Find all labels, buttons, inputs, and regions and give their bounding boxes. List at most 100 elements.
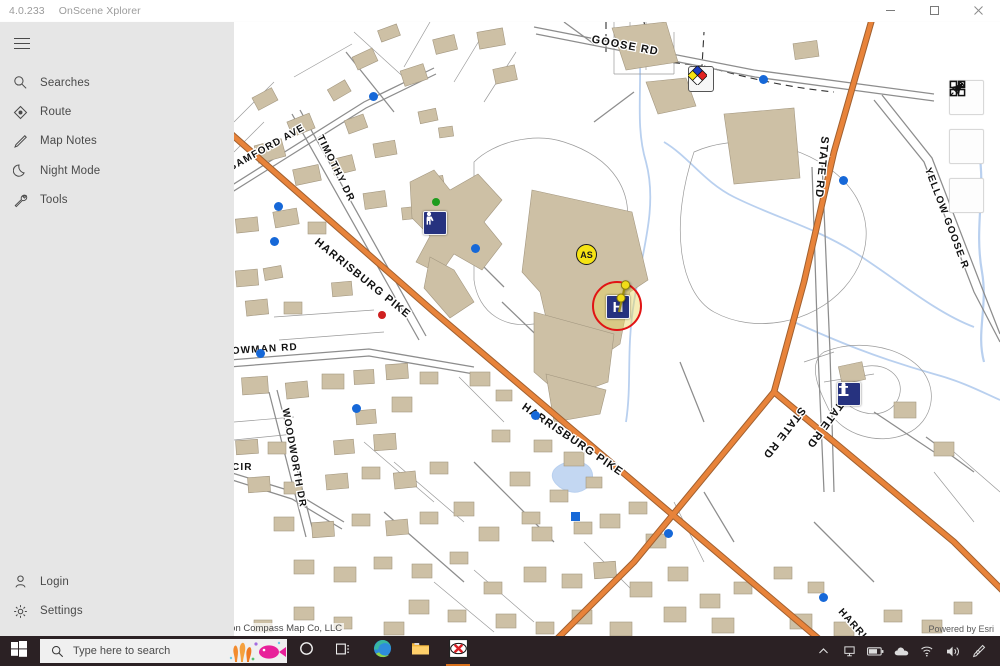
- windows-taskbar: Type here to search: [0, 636, 1000, 666]
- map-point-marker[interactable]: [378, 311, 386, 319]
- search-input[interactable]: Type here to search: [40, 639, 287, 663]
- point-dot: [270, 237, 279, 246]
- point-dot: [531, 411, 540, 420]
- gear-icon: [9, 601, 31, 621]
- point-dot: [274, 202, 283, 211]
- sidebar-item-label: Tools: [40, 194, 68, 207]
- sidebar-item-label: Searches: [40, 76, 90, 89]
- sidebar: Searches Route Map Notes Night Mode Tool…: [0, 22, 234, 636]
- cortana-button[interactable]: [287, 636, 325, 666]
- utility-shutoff-icon: [423, 211, 447, 235]
- sidebar-item-route[interactable]: Route: [0, 97, 234, 126]
- map-point-marker[interactable]: [571, 512, 580, 521]
- point-dot: [471, 244, 480, 253]
- pen-workspace-button[interactable]: [966, 636, 992, 666]
- point-dot: [369, 92, 378, 101]
- map-point-marker[interactable]: [531, 411, 540, 420]
- point-dot: [664, 529, 673, 538]
- fire-hydrant-icon: [837, 382, 861, 406]
- search-decoration-art: [229, 639, 287, 663]
- map-point-marker[interactable]: [369, 92, 378, 101]
- onedrive-status-button[interactable]: [888, 636, 914, 666]
- sidebar-bottom-nav: Login Settings: [0, 567, 234, 626]
- edge-icon: [373, 639, 392, 663]
- task-view-button[interactable]: [325, 636, 363, 666]
- map-powered-by: Powered by Esri: [928, 624, 994, 634]
- map-point-marker[interactable]: [839, 176, 848, 185]
- map-point-marker[interactable]: [352, 404, 361, 413]
- system-tray: [810, 636, 1000, 666]
- hamburger-line: [14, 42, 30, 44]
- hamburger-line: [14, 47, 30, 49]
- marker-fire-hydrant[interactable]: [837, 382, 861, 406]
- windows-logo-icon: [11, 640, 27, 662]
- map-point-marker[interactable]: [471, 244, 480, 253]
- hamburger-menu-button[interactable]: [7, 30, 37, 56]
- nfpa-diamond-icon: [688, 66, 714, 92]
- show-hidden-icons-button[interactable]: [810, 636, 836, 666]
- task-view-icon: [335, 642, 352, 661]
- map-point-marker[interactable]: [664, 529, 673, 538]
- minimize-button[interactable]: [868, 0, 912, 22]
- point-dot: [352, 404, 361, 413]
- point-dot: [819, 593, 828, 602]
- sidebar-item-label: Night Mode: [40, 164, 101, 177]
- edge-button[interactable]: [363, 636, 401, 666]
- wrench-icon: [9, 190, 31, 210]
- sidebar-item-map-notes[interactable]: Map Notes: [0, 127, 234, 156]
- street-label: CIR: [234, 462, 253, 473]
- sidebar-item-searches[interactable]: Searches: [0, 68, 234, 97]
- sidebar-item-tools[interactable]: Tools: [0, 186, 234, 215]
- close-button[interactable]: [956, 0, 1000, 22]
- point-dot-red: [378, 311, 386, 319]
- maximize-button[interactable]: [912, 0, 956, 22]
- marker-assembly[interactable]: AS: [576, 244, 597, 265]
- map-point-marker[interactable]: [432, 198, 440, 206]
- sidebar-item-night-mode[interactable]: Night Mode: [0, 156, 234, 185]
- sidebar-item-label: Login: [40, 575, 69, 588]
- map-point-marker[interactable]: [256, 349, 265, 358]
- point-dot: [256, 349, 265, 358]
- pushpin-marker-icon: [616, 280, 631, 313]
- battery-status-button[interactable]: [862, 636, 888, 666]
- sidebar-item-label: Settings: [40, 605, 83, 618]
- application-window: 4.0.233 OnScene Xplorer Searches Route M…: [0, 0, 1000, 666]
- app-icon: [448, 639, 468, 663]
- map-point-marker[interactable]: [759, 75, 768, 84]
- search-placeholder-text: Type here to search: [73, 645, 171, 657]
- sidebar-item-settings[interactable]: Settings: [0, 597, 234, 626]
- point-square: [571, 512, 580, 521]
- sidebar-item-label: Map Notes: [40, 135, 97, 148]
- display-settings-button[interactable]: [836, 636, 862, 666]
- hamburger-line: [14, 37, 30, 39]
- circle-icon: [299, 641, 314, 661]
- sidebar-item-login[interactable]: Login: [0, 567, 234, 596]
- assembly-marker-label: AS: [576, 244, 597, 265]
- point-dot: [839, 176, 848, 185]
- network-status-button[interactable]: [914, 636, 940, 666]
- pin-button[interactable]: [949, 80, 984, 213]
- layers-button[interactable]: [949, 80, 984, 164]
- point-dot-green: [432, 198, 440, 206]
- route-icon: [9, 102, 31, 122]
- marker-hazmat-diamond[interactable]: [688, 66, 714, 92]
- map-canvas[interactable]: GOOSE RD BAMFORD AVE TIMOTHY DR HARRISBU…: [234, 22, 1000, 636]
- pencil-icon: [9, 131, 31, 151]
- marker-utility-shutoff[interactable]: [423, 211, 447, 235]
- moon-icon: [9, 161, 31, 181]
- map-controls: [949, 80, 984, 213]
- app-version: 4.0.233: [9, 4, 45, 17]
- file-explorer-button[interactable]: [401, 636, 439, 666]
- map-point-marker[interactable]: [270, 237, 279, 246]
- search-icon: [9, 73, 31, 93]
- app-title: OnScene Xplorer: [58, 4, 141, 17]
- sidebar-item-label: Route: [40, 106, 72, 119]
- map-point-marker[interactable]: [819, 593, 828, 602]
- volume-control-button[interactable]: [940, 636, 966, 666]
- point-dot: [759, 75, 768, 84]
- map-point-marker[interactable]: [274, 202, 283, 211]
- start-button[interactable]: [0, 636, 38, 666]
- folder-icon: [411, 640, 430, 662]
- onscene-xplorer-button[interactable]: [439, 636, 477, 666]
- sidebar-nav: Searches Route Map Notes Night Mode Tool…: [0, 68, 234, 215]
